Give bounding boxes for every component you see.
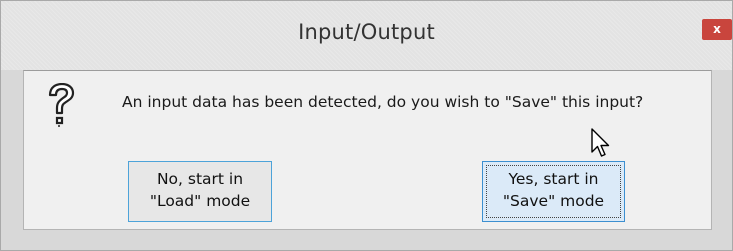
load-mode-button[interactable]: No, start in "Load" mode [128, 161, 272, 222]
question-mark-icon [48, 83, 75, 127]
save-button-line2: "Save" mode [502, 192, 605, 210]
close-icon: x [713, 22, 721, 36]
close-button[interactable]: x [702, 19, 732, 40]
load-button-line1: No, start in [156, 170, 244, 188]
dialog-message: An input data has been detected, do you … [122, 93, 644, 111]
title-bar[interactable]: Input/Output x [1, 1, 732, 70]
save-button-line1: Yes, start in [508, 170, 599, 188]
mouse-pointer-icon [591, 128, 610, 157]
save-mode-button[interactable]: Yes, start in "Save" mode [482, 161, 625, 222]
input-output-dialog: Input/Output x An input data has been de… [0, 0, 733, 251]
window-title: Input/Output [298, 20, 435, 44]
load-button-line2: "Load" mode [149, 192, 251, 210]
